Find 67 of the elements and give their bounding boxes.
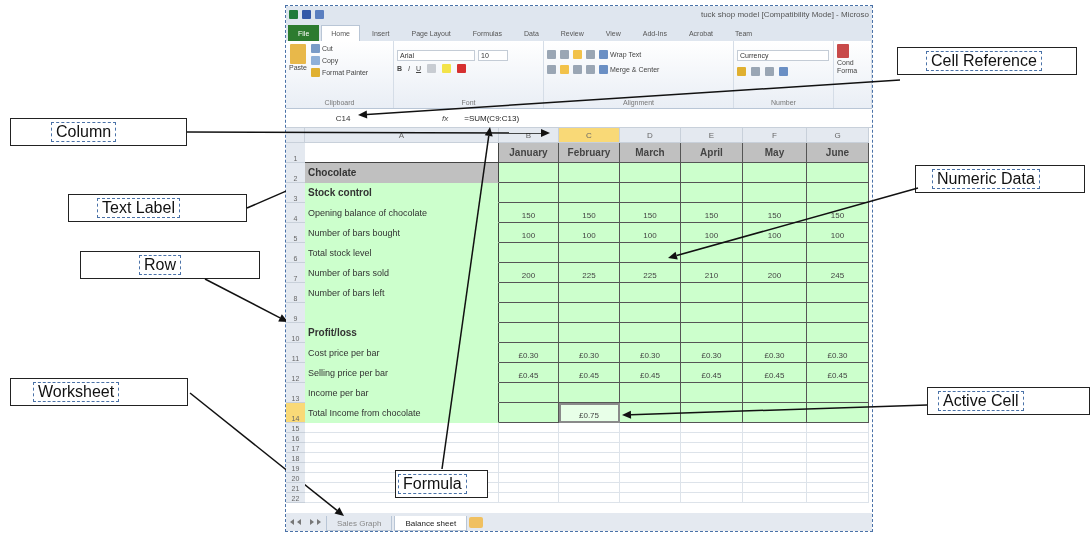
column-header[interactable]: E (681, 128, 743, 143)
table-cell: £0.45 (807, 363, 869, 383)
table-cell: 200 (743, 263, 807, 283)
month-heading: February (559, 143, 620, 163)
month-heading: January (499, 143, 559, 163)
table-cell: 100 (499, 223, 559, 243)
row-label: Number of bars left (305, 283, 499, 303)
sheet-tab[interactable]: Sales Graph (326, 516, 393, 531)
row-label: Number of bars bought (305, 223, 499, 243)
table-cell: 100 (681, 223, 743, 243)
callout-label: Text Label (97, 198, 180, 218)
callout-label: Formula (398, 474, 467, 494)
callout-label: Cell Reference (926, 51, 1042, 71)
table-cell: £0.30 (499, 343, 559, 363)
column-header[interactable]: C (559, 128, 620, 143)
table-cell: £0.45 (559, 363, 620, 383)
callout-label: Active Cell (938, 391, 1024, 411)
table-cell: 100 (807, 223, 869, 243)
row-label: Stock control (305, 183, 499, 203)
table-cell: 150 (807, 203, 869, 223)
table-cell: £0.30 (743, 343, 807, 363)
month-heading: March (620, 143, 681, 163)
sheet-tab[interactable]: Balance sheet (394, 516, 468, 531)
table-cell: £0.45 (743, 363, 807, 383)
table-cell: 245 (807, 263, 869, 283)
callout-label: Numeric Data (932, 169, 1040, 189)
table-cell: 225 (620, 263, 681, 283)
table-cell: £0.30 (559, 343, 620, 363)
table-cell: £0.30 (620, 343, 681, 363)
callout-label: Row (139, 255, 181, 275)
table-cell: £0.75 (559, 403, 620, 423)
table-cell: 150 (559, 203, 620, 223)
row-label: Profit/loss (305, 323, 499, 343)
table-cell: £0.30 (681, 343, 743, 363)
row-label: Number of bars sold (305, 263, 499, 283)
row-label: Income per bar (305, 383, 499, 403)
callout-label: Worksheet (33, 382, 120, 402)
table-cell: £0.45 (620, 363, 681, 383)
row-label: Total stock level (305, 243, 499, 263)
table-cell: 200 (499, 263, 559, 283)
table-cell: £0.45 (681, 363, 743, 383)
table-cell: 210 (681, 263, 743, 283)
table-cell: 225 (559, 263, 620, 283)
table-cell: 100 (559, 223, 620, 243)
table-cell: 150 (620, 203, 681, 223)
table-cell: £0.45 (499, 363, 559, 383)
row-label: Chocolate (305, 163, 499, 183)
insert-function-button[interactable]: fx (442, 113, 449, 123)
table-cell: 150 (681, 203, 743, 223)
month-heading: June (807, 143, 869, 163)
table-cell: 100 (743, 223, 807, 243)
row-label: Opening balance of chocolate (305, 203, 499, 223)
table-cell: 150 (743, 203, 807, 223)
table-cell: £0.30 (807, 343, 869, 363)
callout-label: Column (51, 122, 117, 142)
month-heading: May (743, 143, 807, 163)
column-header[interactable]: G (807, 128, 869, 143)
month-heading: April (681, 143, 743, 163)
row-label: Total Income from chocolate (305, 403, 499, 423)
row-label: Selling price per bar (305, 363, 499, 383)
window-title: tuck shop model [Compatibility Mode] - Microso (700, 10, 869, 19)
table-cell: 100 (620, 223, 681, 243)
column-header[interactable]: F (743, 128, 807, 143)
formula-field[interactable]: =SUM(C9:C13) (464, 113, 520, 123)
table-cell: 150 (499, 203, 559, 223)
column-header[interactable]: D (620, 128, 681, 143)
row-label: Cost price per bar (305, 343, 499, 363)
